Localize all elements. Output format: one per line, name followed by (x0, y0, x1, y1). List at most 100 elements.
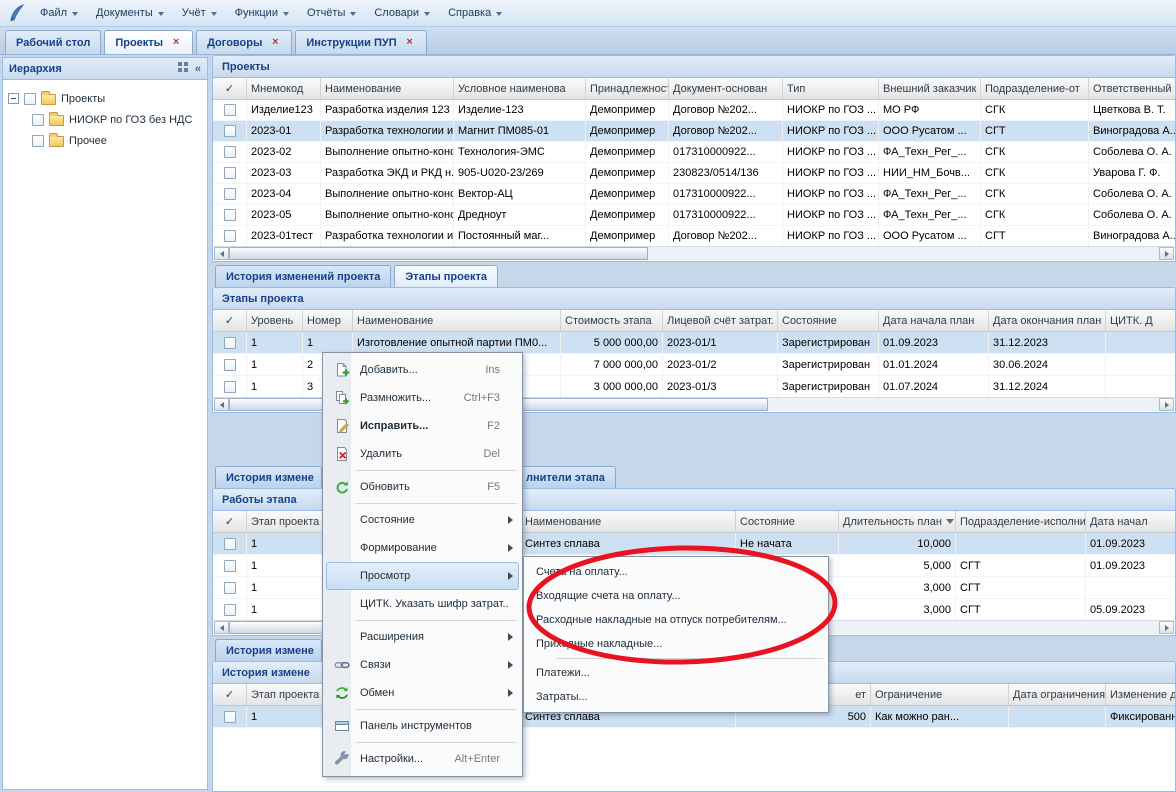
menubar-item[interactable]: Документы (87, 3, 173, 23)
menubar-item[interactable]: Словари (365, 3, 439, 23)
row-checkbox-cell[interactable] (213, 332, 247, 353)
section-tab[interactable]: История изменений проекта (215, 265, 391, 287)
document-tab[interactable]: Рабочий стол (5, 30, 101, 54)
row-checkbox[interactable] (224, 125, 236, 137)
document-tab[interactable]: Проекты× (104, 30, 193, 54)
column-header[interactable]: Дата окончания план (989, 310, 1106, 331)
grid-row[interactable]: Изделие123Разработка изделия 123Изделие-… (213, 100, 1175, 121)
grid-view-icon[interactable] (178, 62, 189, 76)
column-header[interactable]: Этап проекта (247, 684, 331, 705)
row-checkbox[interactable] (224, 711, 236, 723)
scroll-left-button[interactable] (214, 621, 229, 634)
menu-item[interactable]: Расходные накладные на отпуск потребител… (527, 608, 825, 632)
grid-row[interactable]: 2023-01Разработка технологии и...Магнит … (213, 121, 1175, 142)
menu-item[interactable]: ОбновитьF5 (326, 473, 519, 501)
grid-row[interactable]: 2023-05Выполнение опытно-конс...Дредноут… (213, 205, 1175, 226)
tree-checkbox[interactable] (32, 114, 44, 126)
row-checkbox-cell[interactable] (213, 555, 247, 576)
horizontal-scrollbar[interactable] (214, 246, 1174, 260)
menubar-item[interactable]: Функции (226, 3, 298, 23)
collapse-panel-icon[interactable]: « (195, 63, 201, 75)
column-header[interactable]: Тип (783, 78, 879, 99)
row-checkbox-cell[interactable] (213, 226, 247, 246)
tree-expander-icon[interactable] (8, 93, 19, 104)
scroll-left-button[interactable] (214, 398, 229, 411)
menu-item[interactable]: Обмен (326, 679, 519, 707)
row-checkbox-cell[interactable] (213, 121, 247, 141)
column-header[interactable]: Дата начал (1086, 511, 1175, 532)
column-header[interactable]: Состояние (736, 511, 839, 532)
tree-node-label[interactable]: Прочее (69, 135, 107, 147)
menu-item[interactable]: Затраты... (527, 685, 825, 709)
row-checkbox[interactable] (224, 146, 236, 158)
row-checkbox-cell[interactable] (213, 163, 247, 183)
row-checkbox-cell[interactable] (213, 354, 247, 375)
scrollbar-track[interactable] (229, 247, 1159, 260)
row-checkbox[interactable] (224, 209, 236, 221)
row-checkbox[interactable] (224, 582, 236, 594)
tree-checkbox[interactable] (24, 93, 36, 105)
row-checkbox-cell[interactable] (213, 706, 247, 727)
section-tab[interactable]: Этапы проекта (394, 265, 498, 287)
column-header[interactable]: Наименование (321, 78, 454, 99)
row-checkbox[interactable] (224, 337, 236, 349)
column-header[interactable]: Этап проекта (247, 511, 331, 532)
menu-item[interactable]: Добавить...Ins (326, 356, 519, 384)
row-checkbox[interactable] (224, 560, 236, 572)
column-header[interactable]: Дата начала план (879, 310, 989, 331)
close-tab-icon[interactable]: × (269, 37, 281, 49)
tree-node[interactable]: Прочее (8, 130, 202, 151)
select-all-column-header[interactable]: ✓ (213, 310, 247, 331)
row-checkbox[interactable] (224, 381, 236, 393)
select-all-column-header[interactable]: ✓ (213, 78, 247, 99)
grid-row[interactable]: 2023-04Выполнение опытно-конс...Вектор-А… (213, 184, 1175, 205)
column-header[interactable]: Принадлежность (586, 78, 669, 99)
column-header[interactable]: Ограничение (871, 684, 1009, 705)
menu-item[interactable]: Связи (326, 651, 519, 679)
menubar-item[interactable]: Справка (439, 3, 511, 23)
row-checkbox[interactable] (224, 104, 236, 116)
column-header[interactable]: Подразделение-от (981, 78, 1089, 99)
column-header[interactable]: Стоимость этапа (561, 310, 663, 331)
menubar-item[interactable]: Учёт (173, 3, 226, 23)
menu-item[interactable]: УдалитьDel (326, 440, 519, 468)
menu-item[interactable]: Расширения (326, 623, 519, 651)
app-logo-icon[interactable] (8, 4, 25, 23)
column-header[interactable]: Условное наименова (454, 78, 586, 99)
row-checkbox[interactable] (224, 230, 236, 242)
scroll-left-button[interactable] (214, 247, 229, 260)
row-checkbox-cell[interactable] (213, 142, 247, 162)
close-tab-icon[interactable]: × (404, 37, 416, 49)
column-header[interactable]: Внешний заказчик (879, 78, 981, 99)
row-checkbox-cell[interactable] (213, 100, 247, 120)
row-checkbox-cell[interactable] (213, 205, 247, 225)
menu-item[interactable]: Настройки...Alt+Enter (326, 745, 519, 773)
select-all-column-header[interactable]: ✓ (213, 511, 247, 532)
column-header[interactable]: Документ-основан (669, 78, 783, 99)
row-checkbox[interactable] (224, 604, 236, 616)
column-header[interactable]: Мнемокод (247, 78, 321, 99)
row-checkbox[interactable] (224, 167, 236, 179)
menu-item[interactable]: Платежи... (527, 661, 825, 685)
tree-node-label[interactable]: Проекты (61, 93, 105, 105)
row-checkbox-cell[interactable] (213, 599, 247, 620)
scroll-right-button[interactable] (1159, 247, 1174, 260)
document-tab[interactable]: Договоры× (196, 30, 292, 54)
select-all-column-header[interactable]: ✓ (213, 684, 247, 705)
tree-node[interactable]: НИОКР по ГОЗ без НДС (8, 109, 202, 130)
section-tab[interactable]: История измене (215, 639, 322, 661)
grid-row[interactable]: 2023-03Разработка ЭКД и РКД н...905-U020… (213, 163, 1175, 184)
column-header[interactable]: Длительность план (839, 511, 956, 532)
column-header[interactable]: Уровень (247, 310, 303, 331)
menu-item[interactable]: Просмотр (326, 562, 519, 590)
column-header[interactable]: Состояние (778, 310, 879, 331)
menubar-item[interactable]: Отчёты (298, 3, 365, 23)
row-checkbox[interactable] (224, 359, 236, 371)
column-header[interactable]: Ответственный (1089, 78, 1175, 99)
column-header[interactable]: Лицевой счёт затрат. (663, 310, 778, 331)
column-header[interactable]: Наименование (353, 310, 561, 331)
close-tab-icon[interactable]: × (170, 37, 182, 49)
scroll-right-button[interactable] (1159, 621, 1174, 634)
section-tab[interactable]: История измене (215, 466, 322, 488)
column-header[interactable]: Номер (303, 310, 353, 331)
